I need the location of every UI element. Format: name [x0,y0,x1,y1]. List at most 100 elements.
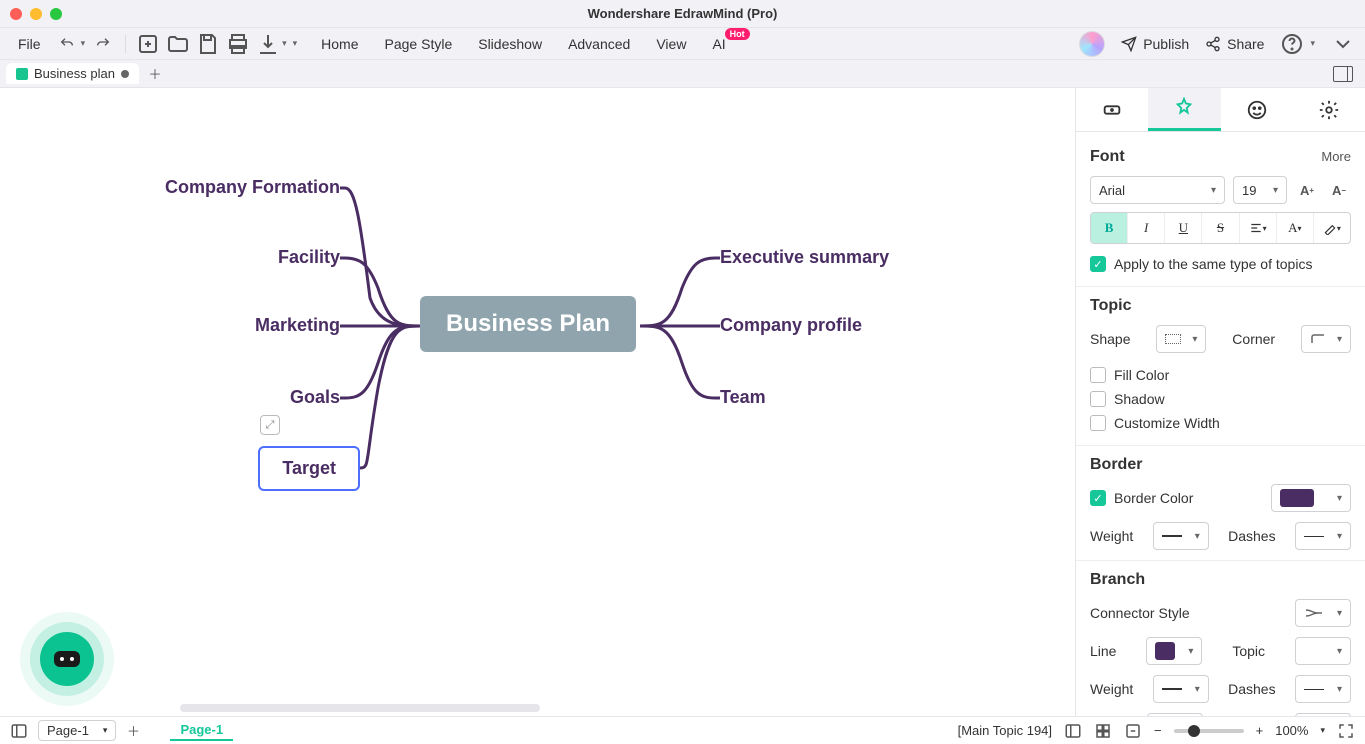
zoom-percent[interactable]: 100% [1275,723,1308,738]
connector-style-select[interactable]: ▾ [1295,599,1351,627]
undo-button[interactable] [55,32,79,56]
print-button[interactable] [226,32,250,56]
new-button[interactable] [136,32,160,56]
outline-toggle-icon[interactable] [10,722,28,740]
align-button[interactable]: ▾ [1240,213,1277,243]
branch-weight-select[interactable]: ▾ [1153,675,1209,703]
help-button[interactable] [1280,32,1304,56]
topic-executive-summary[interactable]: Executive summary [720,247,889,268]
connector-style-label: Connector Style [1090,605,1190,621]
checkbox-icon [1090,415,1106,431]
customize-width-checkbox[interactable]: Customize Width [1090,411,1351,435]
save-button[interactable] [196,32,220,56]
border-weight-select[interactable]: ▾ [1153,522,1209,550]
increase-font-button[interactable]: A+ [1295,178,1319,202]
border-color-select[interactable]: ▾ [1271,484,1351,512]
menu-slideshow[interactable]: Slideshow [478,36,542,52]
font-family-select[interactable]: Arial▾ [1090,176,1225,204]
grid-view-icon[interactable] [1094,722,1112,740]
panel-tab-settings[interactable] [1293,88,1365,131]
topic-handle-icon[interactable]: ⤢ [260,415,280,435]
properties-panel: Font More Arial▾ 19▾ A+ A− B I U S [1075,88,1365,716]
avatar[interactable] [1079,31,1105,57]
fullscreen-button[interactable] [1337,722,1355,740]
topic-goals[interactable]: Goals [290,387,340,408]
close-window-icon[interactable] [10,8,22,20]
highlight-button[interactable]: ▾ [1314,213,1350,243]
topic-team[interactable]: Team [720,387,766,408]
zoom-out-button[interactable]: − [1154,723,1162,738]
more-dropdown-icon[interactable]: ▾ [293,38,298,49]
branch-weight-label: Weight [1090,681,1133,697]
branch-line-color-select[interactable]: ▾ [1146,637,1202,665]
decrease-font-button[interactable]: A− [1327,178,1351,202]
zoom-window-icon[interactable] [50,8,62,20]
undo-dropdown-icon[interactable]: ▾ [81,38,86,49]
checkbox-on-icon: ✓ [1090,490,1106,506]
export-dropdown-icon[interactable]: ▾ [282,38,287,49]
redo-button[interactable] [91,32,115,56]
branch-topic-select[interactable]: ▾ [1295,637,1351,665]
ai-bot-button[interactable] [40,632,94,686]
shadow-checkbox[interactable]: Shadow [1090,387,1351,411]
menu-home[interactable]: Home [321,36,358,52]
menu-advanced[interactable]: Advanced [568,36,630,52]
branch-dashes-select[interactable]: ▾ [1295,675,1351,703]
canvas[interactable]: Business Plan Company Formation Facility… [0,88,1075,716]
topic-marketing[interactable]: Marketing [255,315,340,336]
topic-target[interactable]: Target [258,446,360,491]
branch-arrow-select[interactable]: ▾ [1147,713,1203,716]
add-page-button[interactable]: ＋ [124,722,142,740]
underline-button[interactable]: U [1165,213,1202,243]
italic-button[interactable]: I [1128,213,1165,243]
bold-button[interactable]: B [1091,213,1128,243]
help-dropdown-icon[interactable]: ▾ [1310,38,1315,49]
zoom-dropdown-icon[interactable]: ▾ [1320,725,1325,736]
panel-tab-style[interactable] [1148,88,1220,131]
menu-page-style[interactable]: Page Style [385,36,453,52]
center-topic[interactable]: Business Plan [420,296,636,352]
chevron-down-icon: ▾ [1337,334,1342,345]
font-size-select[interactable]: 19▾ [1233,176,1287,204]
tabbar: Business plan ＋ [0,60,1365,88]
page-tab[interactable]: Page-1 [170,720,233,741]
border-color-checkbox[interactable]: ✓ Border Color [1090,490,1193,506]
share-button[interactable]: Share [1205,36,1264,52]
panel-tab-icons[interactable] [1221,88,1293,131]
topic-company-formation[interactable]: Company Formation [165,177,340,198]
font-color-button[interactable]: A▾ [1277,213,1314,243]
panel-tab-layout[interactable] [1076,88,1148,131]
document-tab[interactable]: Business plan [6,63,139,84]
checkbox-on-icon: ✓ [1090,256,1106,272]
minimize-window-icon[interactable] [30,8,42,20]
horizontal-scrollbar[interactable] [180,704,540,712]
file-menu[interactable]: File [10,32,49,56]
chevron-down-icon: ▾ [1211,185,1216,196]
topic-company-profile[interactable]: Company profile [720,315,862,336]
panel-toggle-icon[interactable] [1333,66,1353,82]
topic-facility[interactable]: Facility [278,247,340,268]
page-select[interactable]: Page-1 ▾ [38,720,116,741]
zoom-in-button[interactable]: + [1256,723,1264,738]
fill-color-checkbox[interactable]: Fill Color [1090,363,1351,387]
outline-view-icon[interactable] [1064,722,1082,740]
menu-ai[interactable]: AI Hot [712,36,725,52]
publish-button[interactable]: Publish [1121,36,1189,52]
corner-select[interactable]: ▾ [1301,325,1351,353]
apply-same-checkbox[interactable]: ✓ Apply to the same type of topics [1090,252,1351,276]
font-more-link[interactable]: More [1321,149,1351,164]
collapse-button[interactable] [1331,32,1355,56]
checkbox-icon [1090,367,1106,383]
zoom-slider[interactable] [1174,729,1244,733]
checkbox-icon [1090,391,1106,407]
open-button[interactable] [166,32,190,56]
export-button[interactable] [256,32,280,56]
branch-tapered-select[interactable]: ▾ [1295,713,1351,716]
fit-view-icon[interactable] [1124,722,1142,740]
tab-label: Business plan [34,66,115,81]
border-dashes-select[interactable]: ▾ [1295,522,1351,550]
strikethrough-button[interactable]: S [1202,213,1239,243]
new-tab-button[interactable]: ＋ [145,64,165,84]
menu-view[interactable]: View [656,36,686,52]
shape-select[interactable]: ▾ [1156,325,1206,353]
